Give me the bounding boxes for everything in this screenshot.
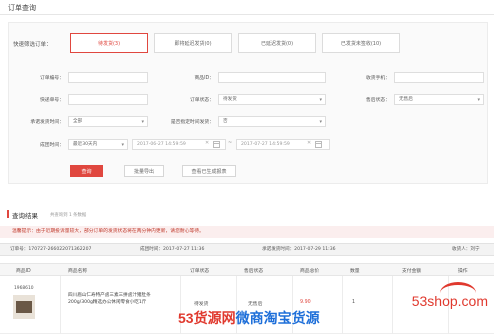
deal-time-start-value: 2017-06-27 14:59:59 (137, 142, 186, 147)
tracking-no-input[interactable] (68, 94, 148, 105)
agreed-ship-select[interactable]: 全部 ▾ (68, 116, 148, 127)
quick-filter-delayed[interactable]: 已延迟发货(0) (238, 33, 316, 53)
after-sale-status-value: 无售后 (399, 97, 413, 102)
view-reports-button[interactable]: 查看已生成报表 (182, 165, 236, 177)
row-product-id: 1968610 (14, 286, 34, 291)
deal-time-range-select[interactable]: 最近30天内 ▾ (68, 139, 128, 150)
chevron-down-icon: ▾ (319, 97, 322, 103)
deal-time-start-input[interactable]: 2017-06-27 14:59:59 (132, 139, 226, 150)
column-divider (60, 276, 61, 334)
col-payment: 支付金额 (402, 269, 422, 274)
chevron-down-icon: ▾ (121, 142, 124, 148)
col-total-price: 商品总价 (300, 269, 320, 274)
agreed-ship-label: 承诺发货时间： (30, 120, 64, 125)
query-button[interactable]: 查询 (70, 165, 103, 177)
col-product-id: 商品ID (16, 269, 31, 274)
watermark-site: 53shop.com (411, 293, 488, 309)
results-title: 查询结果 (12, 212, 38, 220)
order-receiver: 收货人：刘宁 (452, 247, 480, 252)
phone-input[interactable] (394, 72, 484, 83)
deal-time-end-value: 2017-07-27 14:59:59 (241, 142, 290, 147)
quick-filter-about-to-delay[interactable]: 即将延迟发货(0) (154, 33, 232, 53)
quick-filter-shipped-unsigned[interactable]: 已发货未签收(10) (322, 33, 400, 53)
deal-time-range-value: 最近30天内 (73, 142, 98, 147)
page-title: 订单查询 (8, 4, 36, 12)
presale-label: 是否指定时间发货： (170, 120, 214, 125)
presale-value: 否 (223, 119, 228, 124)
order-status-value: 待发货 (223, 97, 237, 102)
order-no-input[interactable] (68, 72, 148, 83)
col-product-name: 商品名称 (68, 269, 88, 274)
calendar-icon[interactable] (213, 141, 220, 148)
order-number: 订单号：170727-266022071362207 (10, 247, 92, 252)
clear-icon[interactable]: ✕ (307, 140, 311, 146)
col-actions: 操作 (458, 269, 468, 274)
product-id-input[interactable] (218, 72, 326, 83)
col-after-sale: 售后状态 (244, 269, 264, 274)
quick-filter-pending-ship[interactable]: 待发货(3) (70, 33, 148, 53)
order-status-select[interactable]: 待发货 ▾ (218, 94, 326, 105)
watermark-brand: 53货源网 (178, 310, 236, 326)
batch-export-button[interactable]: 批量导出 (124, 165, 164, 177)
phone-label: 收货手机： (366, 76, 390, 81)
range-separator: ~ (228, 140, 233, 146)
calendar-icon[interactable] (315, 141, 322, 148)
chevron-down-icon: ▾ (141, 119, 144, 125)
watermark-slogan: 微商淘宝货源 (235, 310, 320, 326)
clear-icon[interactable]: ✕ (205, 140, 209, 146)
deal-time-label: 成团时间： (40, 143, 64, 148)
chevron-down-icon: ▾ (319, 119, 322, 125)
order-ship-deadline: 承诺发货时间：2017-07-29 11:36 (262, 247, 336, 252)
product-thumbnail[interactable] (13, 295, 35, 319)
notice-banner: 温馨提示：由于近期投诉量较大，部分订单的发货状态将在两分钟内更新，请您耐心等待。 (0, 226, 494, 238)
col-order-status: 订单状态 (190, 269, 210, 274)
product-id-label: 商品ID： (194, 76, 215, 81)
order-status-label: 订单状态： (190, 98, 214, 103)
col-quantity: 数量 (350, 269, 360, 274)
row-order-status: 待发货 (194, 302, 209, 307)
column-divider (392, 276, 393, 334)
presale-select[interactable]: 否 ▾ (218, 116, 326, 127)
quick-filter-label: 快速筛选订单： (13, 42, 52, 48)
results-count: 共查询到 1 条数据 (50, 213, 87, 218)
agreed-ship-value: 全部 (73, 119, 83, 124)
tracking-no-label: 快递单号： (40, 98, 64, 103)
title-divider (0, 14, 494, 15)
row-product-name[interactable]: 四川眉山仁寿特产卤三素三拼卤汁猪肚条 200g/300g精选办公休闲零食小吃1斤 (68, 292, 172, 306)
after-sale-status-select[interactable]: 无售后 ▾ (394, 94, 484, 105)
row-after-sale: 无售后 (248, 302, 263, 307)
column-divider (342, 276, 343, 334)
after-sale-status-label: 售后状态： (366, 98, 390, 103)
row-quantity: 1 (352, 300, 356, 305)
order-no-label: 订单编号： (40, 76, 64, 81)
row-total-price: 9.90 (300, 300, 311, 305)
watermark-banner: 53货源网微商淘宝货源 (178, 308, 320, 328)
chevron-down-icon: ▾ (477, 97, 480, 103)
section-marker (7, 210, 9, 218)
order-deal-time: 成团时间：2017-07-27 11:36 (140, 247, 205, 252)
